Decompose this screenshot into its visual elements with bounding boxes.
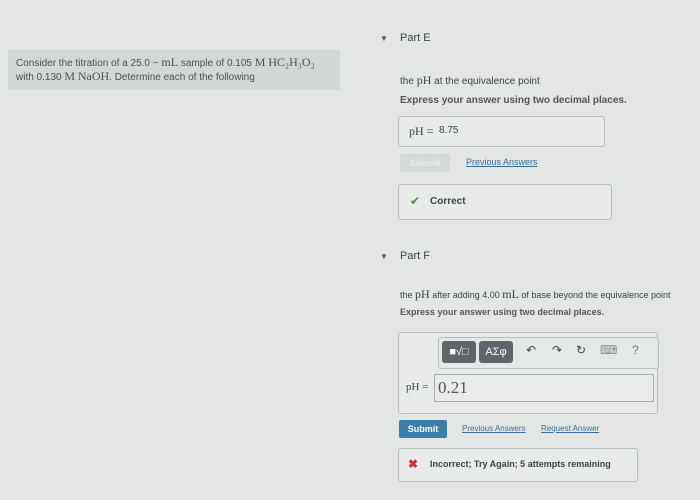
text: pH: [416, 73, 432, 87]
text: at the equivalence point: [431, 76, 540, 87]
problem-text: sample of 0.105: [178, 58, 255, 69]
answer-label: pH =: [406, 381, 429, 393]
formula: HC₂H₃O₂: [268, 55, 315, 69]
part-e-question: the pH at the equivalence point: [400, 73, 540, 88]
text: the: [400, 290, 416, 300]
answer-label: pH =: [409, 124, 434, 138]
part-e-answer-box: pH = 8.75: [398, 116, 605, 147]
text: after adding 4.00: [429, 290, 503, 300]
problem-text: . Determine each of the following: [109, 72, 255, 83]
text: the: [400, 76, 417, 87]
unit: M: [64, 69, 76, 83]
part-f-submit-button[interactable]: Submit: [399, 420, 447, 438]
part-f-instruction: Express your answer using two decimal pl…: [400, 307, 605, 317]
feedback-text: Incorrect; Try Again; 5 attempts remaini…: [430, 459, 611, 469]
help-icon[interactable]: ?: [632, 343, 639, 357]
undo-icon[interactable]: ↶: [526, 343, 536, 357]
part-f-feedback: ✖ Incorrect; Try Again; 5 attempts remai…: [398, 448, 638, 482]
text: of base beyond the equivalence point: [518, 290, 671, 300]
answer-value: 0.21: [438, 378, 468, 397]
answer-value: 8.75: [439, 125, 459, 136]
redo-icon[interactable]: ↷: [552, 343, 562, 357]
check-icon: ✔: [410, 194, 421, 208]
part-e-submit-button[interactable]: Submit: [400, 154, 450, 172]
text: pH: [415, 287, 430, 301]
x-icon: ✖: [408, 457, 419, 471]
problem-statement: Consider the titration of a 25.0 − mL sa…: [8, 50, 340, 90]
unit: M: [254, 55, 266, 69]
template-button[interactable]: ■√□: [442, 341, 476, 363]
part-e-previous-answers-link[interactable]: Previous Answers: [466, 157, 538, 167]
part-f-question: the pH after adding 4.00 mL of base beyo…: [400, 287, 671, 302]
problem-text: with 0.130: [16, 72, 65, 83]
text: mL: [502, 287, 519, 301]
reset-icon[interactable]: ↻: [576, 343, 586, 357]
part-e-label[interactable]: Part E: [400, 32, 431, 44]
collapse-triangle-icon[interactable]: ▼: [380, 252, 388, 261]
part-f-answer-input[interactable]: 0.21: [434, 374, 654, 402]
part-e-feedback: ✔ Correct: [398, 184, 612, 220]
formula: NaOH: [77, 69, 110, 83]
part-e-instruction: Express your answer using two decimal pl…: [400, 95, 627, 106]
feedback-text: Correct: [430, 196, 466, 207]
unit: mL: [161, 55, 179, 69]
problem-text: Consider the titration of a 25.0 −: [16, 58, 162, 69]
part-f-previous-answers-link[interactable]: Previous Answers: [462, 424, 526, 433]
collapse-triangle-icon[interactable]: ▼: [380, 34, 388, 43]
greek-symbols-button[interactable]: ΑΣφ: [479, 341, 513, 363]
part-f-label[interactable]: Part F: [400, 250, 430, 262]
keyboard-icon[interactable]: ⌨: [600, 343, 617, 357]
request-answer-link[interactable]: Request Answer: [541, 424, 599, 433]
